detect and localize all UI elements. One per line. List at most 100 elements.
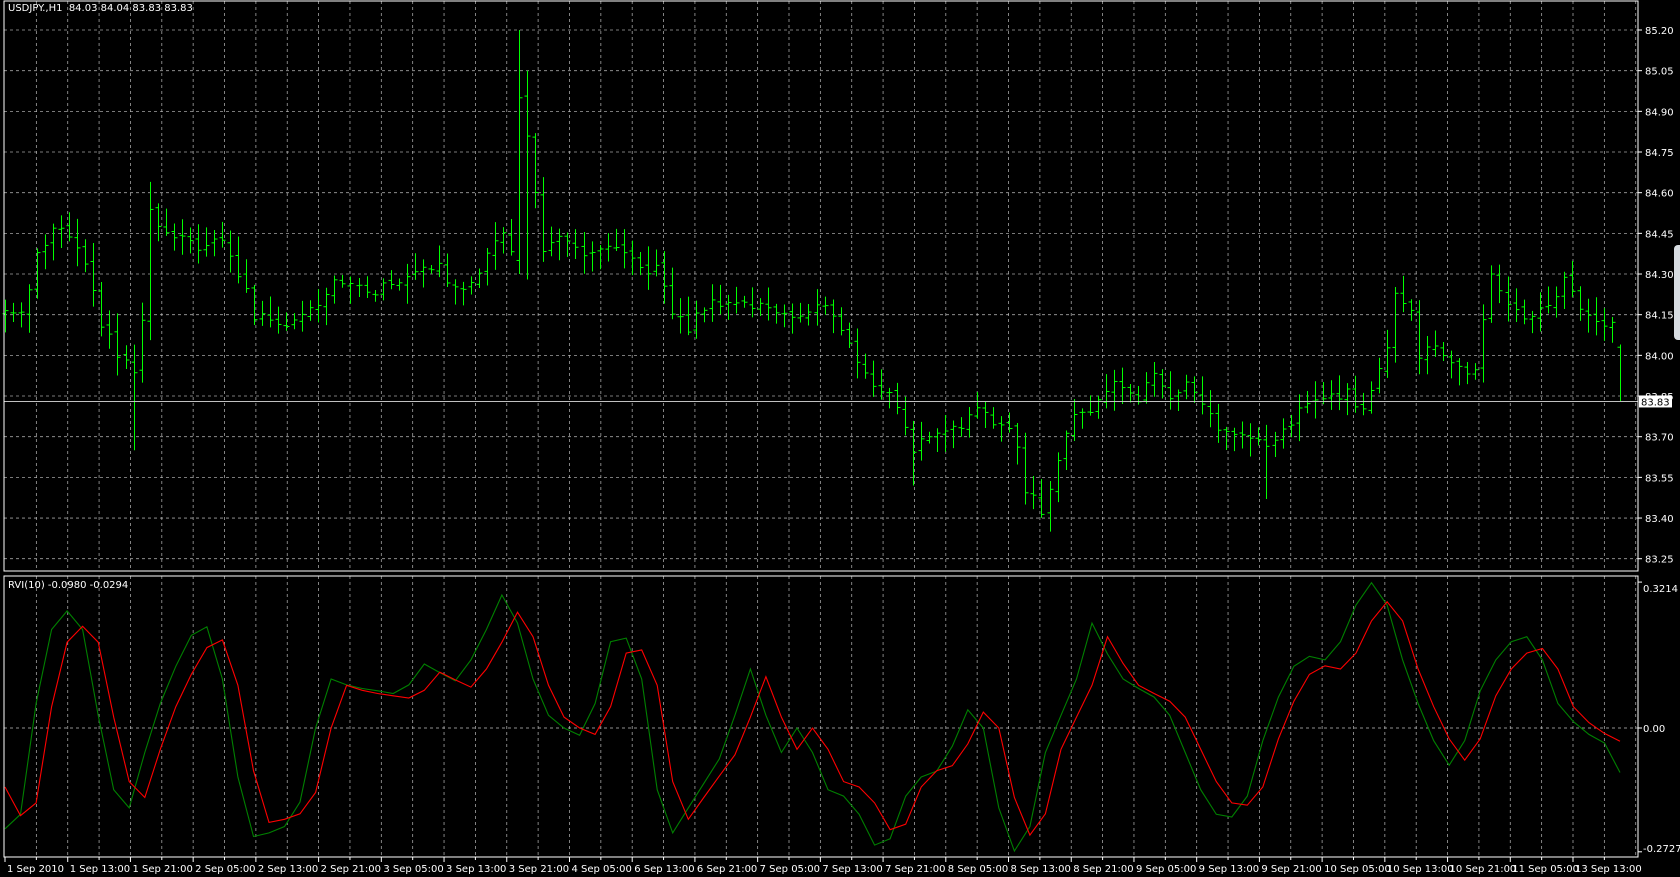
time-label: 11 Sep 05:00 bbox=[1512, 864, 1579, 875]
price-bar bbox=[548, 226, 555, 257]
price-bar bbox=[870, 360, 877, 397]
price-bar bbox=[275, 306, 282, 334]
price-bar bbox=[886, 387, 893, 409]
price-bar bbox=[428, 265, 435, 274]
time-label: 9 Sep 05:00 bbox=[1136, 864, 1196, 875]
price-bar bbox=[315, 289, 322, 323]
price-bar bbox=[637, 252, 644, 276]
price-bar bbox=[797, 302, 804, 323]
price-bar bbox=[1071, 398, 1078, 442]
price-bar bbox=[50, 223, 57, 261]
price-bar bbox=[1263, 424, 1270, 500]
price-label: 84.75 bbox=[1645, 148, 1674, 159]
price-bar bbox=[1456, 358, 1463, 386]
chart-canvas[interactable]: 85.20 85.05 84.90 84.75 84.60 84.45 84.30 84.15… bbox=[0, 0, 1680, 877]
price-bar bbox=[163, 208, 170, 236]
price-bar bbox=[299, 300, 306, 332]
price-bar bbox=[1312, 381, 1319, 419]
price-bar bbox=[307, 300, 314, 321]
price-bar bbox=[1488, 265, 1495, 323]
price-bar bbox=[524, 70, 531, 280]
indicator-panel-border bbox=[3, 575, 1639, 858]
price-bar bbox=[58, 215, 65, 248]
price-label: 83.55 bbox=[1645, 473, 1674, 484]
indicator-label: RVI(10) -0.0980 -0.0294 bbox=[8, 580, 129, 591]
price-bar bbox=[1006, 412, 1013, 433]
indicator-axis[interactable]: 0.3214 0.00 -0.2727 bbox=[1638, 581, 1680, 855]
price-bar bbox=[1569, 260, 1576, 298]
price-label: 84.60 bbox=[1645, 189, 1674, 200]
price-bar bbox=[661, 251, 668, 304]
rvi-indicator bbox=[4, 581, 1621, 853]
price-bar bbox=[106, 310, 113, 349]
time-label: 4 Sep 05:00 bbox=[571, 864, 631, 875]
price-bar bbox=[1119, 367, 1126, 404]
price-bar bbox=[283, 312, 290, 331]
time-label: 2 Sep 05:00 bbox=[195, 864, 255, 875]
price-bar bbox=[500, 227, 507, 254]
price-bar bbox=[1030, 476, 1037, 510]
price-bar bbox=[452, 279, 459, 305]
price-bar bbox=[508, 218, 515, 256]
price-bar bbox=[1448, 350, 1455, 379]
price-bar bbox=[1553, 286, 1560, 318]
price-axis[interactable]: 85.20 85.05 84.90 84.75 84.60 84.45 84.30 84.15… bbox=[1638, 26, 1674, 566]
price-bar bbox=[990, 407, 997, 429]
price-bar bbox=[1247, 423, 1254, 457]
price-bar bbox=[187, 227, 194, 254]
price-bar bbox=[1593, 297, 1600, 336]
price-bar bbox=[267, 296, 274, 328]
time-label: 3 Sep 05:00 bbox=[383, 864, 443, 875]
time-label: 1 Sep 2010 bbox=[7, 864, 64, 875]
price-bar bbox=[74, 218, 81, 267]
main-panel-border bbox=[3, 0, 1639, 572]
indicator-axis-label: 0.3214 bbox=[1643, 584, 1678, 595]
price-bar bbox=[581, 232, 588, 274]
price-bar bbox=[1408, 299, 1415, 321]
price-bar bbox=[1231, 427, 1238, 452]
time-label: 2 Sep 21:00 bbox=[321, 864, 381, 875]
time-label: 6 Sep 21:00 bbox=[697, 864, 757, 875]
price-bar bbox=[291, 313, 298, 330]
price-bar bbox=[572, 229, 579, 259]
price-bar bbox=[1432, 330, 1439, 357]
price-bar bbox=[131, 344, 138, 451]
time-label: 10 Sep 13:00 bbox=[1387, 864, 1454, 875]
price-bar bbox=[1143, 372, 1150, 404]
time-label: 3 Sep 21:00 bbox=[509, 864, 569, 875]
price-bar bbox=[251, 284, 258, 326]
price-bar bbox=[1561, 271, 1568, 310]
price-bar bbox=[1336, 375, 1343, 411]
price-bar bbox=[195, 224, 202, 264]
side-panel-tab[interactable] bbox=[1674, 245, 1680, 340]
price-bar bbox=[629, 240, 636, 276]
price-bar bbox=[42, 234, 49, 270]
price-bar bbox=[1513, 288, 1520, 323]
time-axis[interactable]: 1 Sep 2010 1 Sep 13:00 1 Sep 21:00 2 Sep 05… bbox=[4, 857, 1642, 875]
price-label: 83.40 bbox=[1645, 514, 1674, 525]
time-label: 13 Sep 13:00 bbox=[1575, 864, 1642, 875]
price-bar bbox=[1103, 374, 1110, 409]
price-bar bbox=[998, 416, 1005, 442]
price-bar bbox=[902, 396, 909, 436]
price-bar bbox=[1496, 264, 1503, 304]
price-bar bbox=[1472, 363, 1479, 380]
time-label: 8 Sep 05:00 bbox=[948, 864, 1008, 875]
time-label: 2 Sep 13:00 bbox=[258, 864, 318, 875]
time-label: 10 Sep 21:00 bbox=[1450, 864, 1517, 875]
price-label: 84.90 bbox=[1645, 107, 1674, 118]
price-bar bbox=[934, 428, 941, 453]
price-bar bbox=[1079, 408, 1086, 429]
price-bar bbox=[781, 304, 788, 328]
price-bar bbox=[1167, 371, 1174, 410]
price-bar bbox=[693, 300, 700, 339]
price-bar bbox=[749, 287, 756, 318]
price-bar bbox=[878, 369, 885, 400]
price-bar bbox=[717, 284, 724, 315]
price-bar bbox=[10, 302, 17, 322]
price-bar bbox=[484, 248, 491, 286]
price-bar bbox=[814, 289, 821, 326]
price-bar bbox=[1151, 362, 1158, 397]
price-bar bbox=[1199, 376, 1206, 415]
price-bar bbox=[347, 276, 354, 304]
